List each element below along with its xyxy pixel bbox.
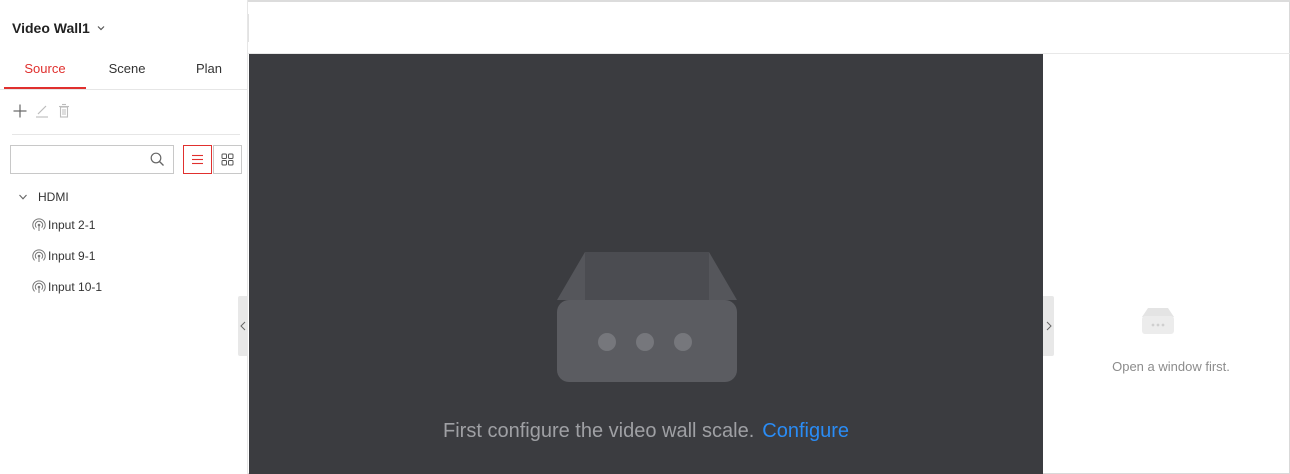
- search-input[interactable]: [11, 146, 147, 173]
- add-icon[interactable]: [12, 103, 28, 119]
- delete-icon[interactable]: [56, 103, 72, 119]
- grid-view-icon: [221, 153, 234, 166]
- tree-group-label: HDMI: [38, 190, 69, 204]
- right-panel: Open a window first.: [1054, 54, 1288, 472]
- empty-box-icon: [557, 252, 737, 382]
- source-toolbar: [12, 101, 240, 135]
- tab-source[interactable]: Source: [4, 58, 86, 90]
- active-tab-indicator: [4, 87, 86, 89]
- tree-item-input-2-1[interactable]: Input 2-1: [32, 216, 95, 234]
- left-panel: Video Wall1 Source Scene Plan HDMI Input…: [0, 0, 248, 474]
- panel-tabs: Source Scene Plan: [0, 58, 248, 90]
- search-field[interactable]: [10, 145, 174, 174]
- edit-icon[interactable]: [34, 103, 50, 119]
- tree-item-label: Input 2-1: [48, 218, 96, 232]
- tab-scene[interactable]: Scene: [86, 58, 168, 90]
- collapse-left-panel-button[interactable]: [238, 296, 248, 356]
- header-divider: [248, 14, 249, 42]
- tree-group-hdmi[interactable]: HDMI: [18, 188, 238, 206]
- chevron-left-icon: [240, 321, 246, 331]
- tree-item-input-9-1[interactable]: Input 9-1: [32, 247, 95, 265]
- list-view-button[interactable]: [183, 145, 212, 174]
- signal-icon: [32, 218, 46, 231]
- grid-view-button[interactable]: [213, 145, 242, 174]
- collapse-right-panel-button[interactable]: [1043, 296, 1054, 356]
- empty-wall-text: First configure the video wall scale.: [443, 420, 755, 442]
- tree-item-input-10-1[interactable]: Input 10-1: [32, 278, 102, 296]
- tree-item-label: Input 9-1: [48, 249, 96, 263]
- signal-icon: [32, 280, 46, 293]
- list-view-icon: [192, 154, 203, 165]
- video-wall-name: Video Wall1: [12, 20, 90, 36]
- tab-plan[interactable]: Plan: [168, 58, 250, 90]
- configure-link[interactable]: Configure: [762, 420, 849, 442]
- tree-item-label: Input 10-1: [48, 280, 103, 294]
- open-window-message: Open a window first.: [1112, 359, 1230, 374]
- empty-window-icon: [1142, 308, 1174, 334]
- chevron-down-icon[interactable]: [18, 192, 28, 202]
- video-wall-select[interactable]: Video Wall1: [12, 18, 106, 38]
- video-wall-canvas[interactable]: First configure the video wall scale. Con…: [249, 54, 1043, 474]
- source-tree: HDMI Input 2-1 Input 9-1 Input 10-1: [18, 188, 238, 294]
- empty-wall-message: First configure the video wall scale. Con…: [249, 420, 1043, 443]
- signal-icon: [32, 249, 46, 262]
- chevron-right-icon: [1046, 321, 1052, 331]
- search-icon[interactable]: [150, 152, 165, 167]
- chevron-down-icon: [97, 26, 105, 31]
